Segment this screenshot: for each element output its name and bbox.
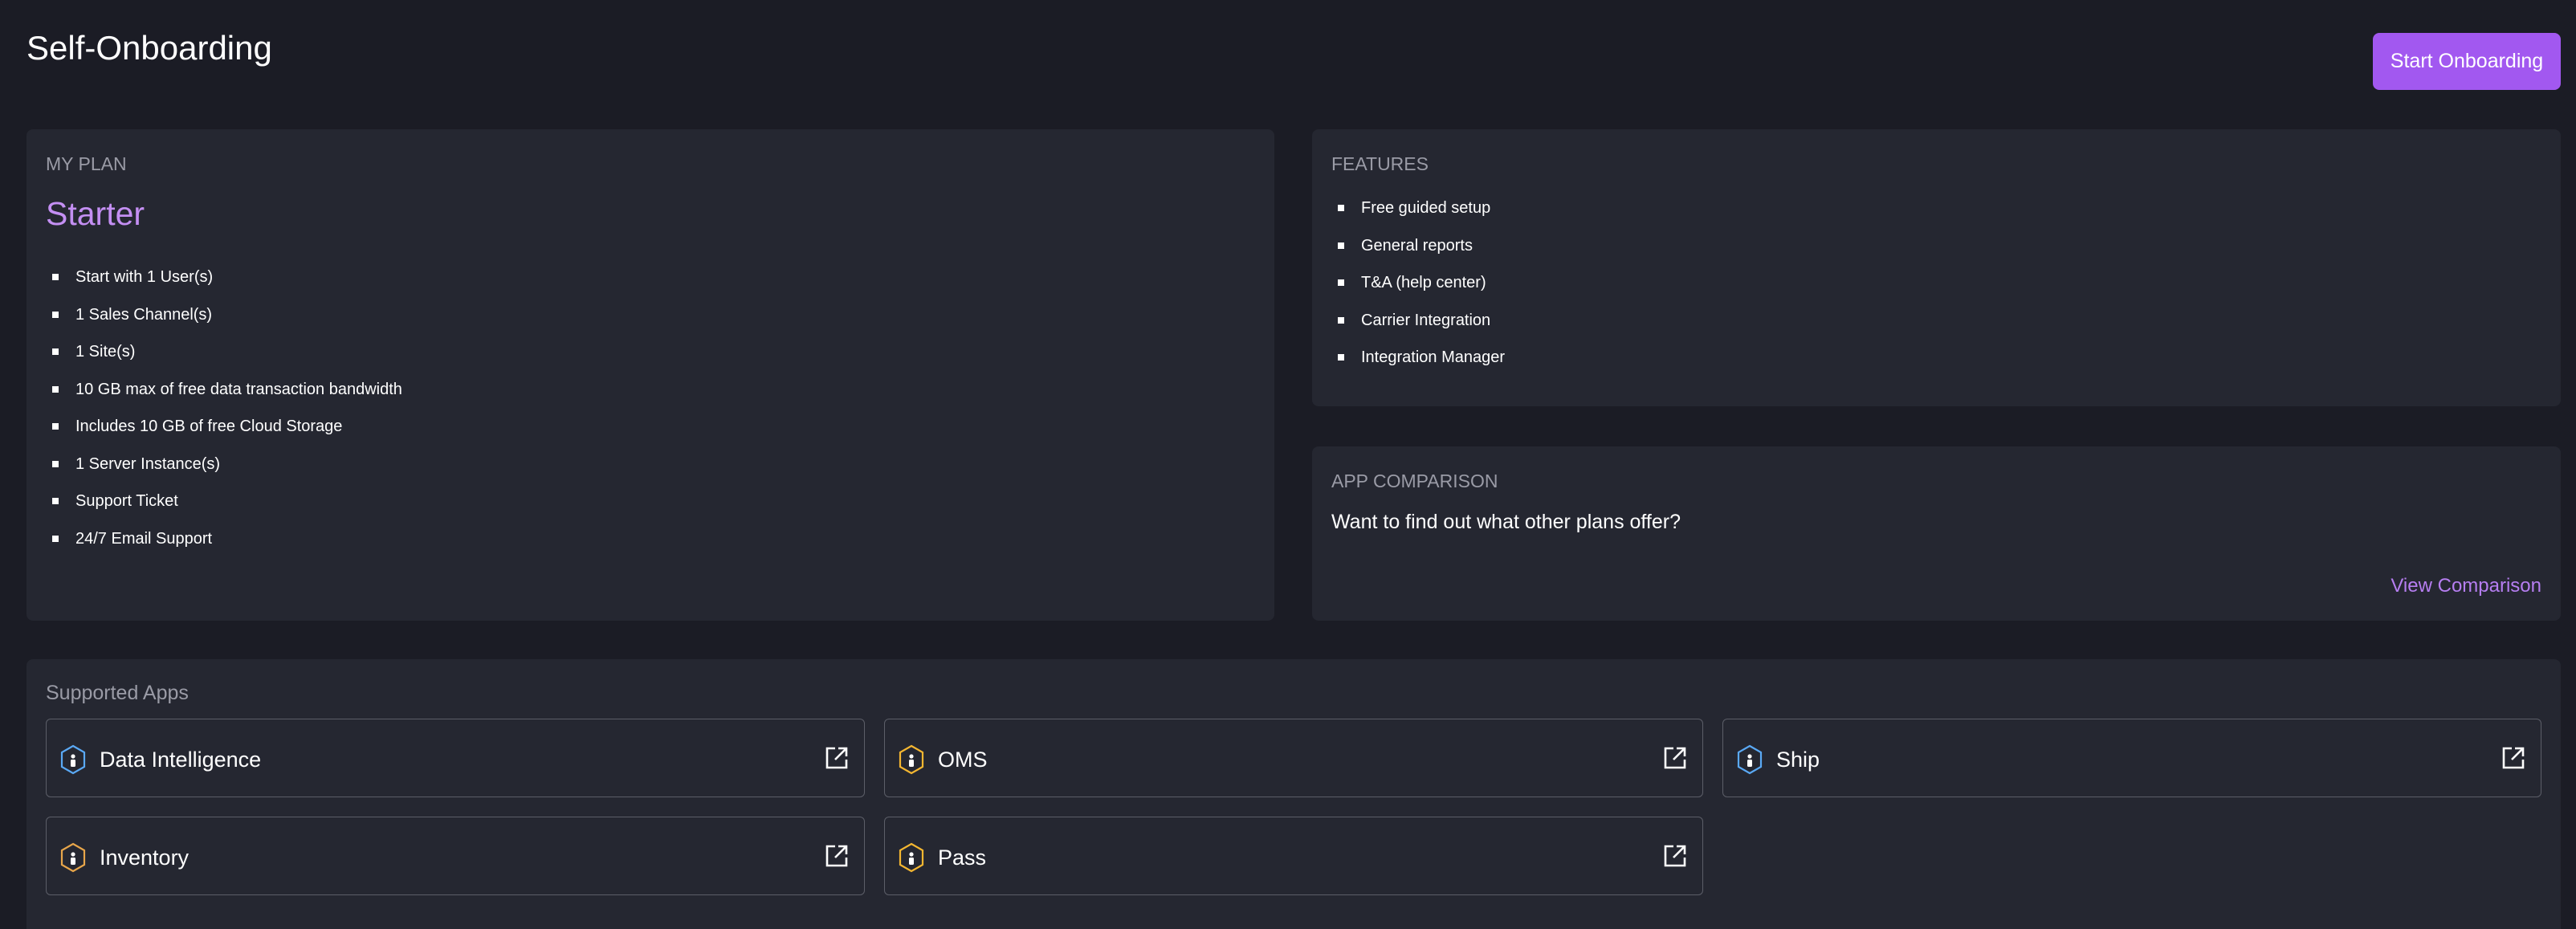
supported-apps-card: Supported Apps Data Intelligence OMS Shi… xyxy=(26,659,2561,929)
app-label: Ship xyxy=(1776,748,1820,772)
features-heading: FEATURES xyxy=(1331,153,1429,174)
external-link-icon[interactable] xyxy=(2501,745,2526,771)
start-onboarding-button[interactable]: Start Onboarding xyxy=(2373,33,2561,90)
external-link-icon[interactable] xyxy=(824,843,850,869)
list-item: Start with 1 User(s) xyxy=(46,267,402,305)
external-link-icon[interactable] xyxy=(1662,745,1688,771)
app-comparison-heading: APP COMPARISON xyxy=(1331,471,1498,491)
features-card: FEATURES Free guided setup General repor… xyxy=(1312,129,2561,406)
my-plan-card: MY PLAN Starter Start with 1 User(s) 1 S… xyxy=(26,129,1274,621)
external-link-icon[interactable] xyxy=(1662,843,1688,869)
features-list: Free guided setup General reports T&A (h… xyxy=(1331,198,1505,385)
app-comparison-text: Want to find out what other plans offer? xyxy=(1331,511,1681,533)
list-item: Support Ticket xyxy=(46,491,402,529)
list-item: Integration Manager xyxy=(1331,348,1505,385)
plan-name: Starter xyxy=(46,195,145,232)
self-onboarding-page: Self-Onboarding Start Onboarding MY PLAN… xyxy=(0,0,2576,929)
app-tile-oms[interactable]: OMS xyxy=(884,719,1703,797)
list-item: 1 Server Instance(s) xyxy=(46,454,402,492)
list-item: General reports xyxy=(1331,236,1505,274)
app-comparison-card: APP COMPARISON Want to find out what oth… xyxy=(1312,446,2561,621)
app-tile-inventory[interactable]: Inventory xyxy=(46,817,865,895)
app-tile-data-intelligence[interactable]: Data Intelligence xyxy=(46,719,865,797)
list-item: 1 Sales Channel(s) xyxy=(46,305,402,343)
hexagon-app-icon xyxy=(1737,744,1763,775)
hexagon-app-icon xyxy=(899,842,924,873)
list-item: 10 GB max of free data transaction bandw… xyxy=(46,380,402,418)
list-item: 1 Site(s) xyxy=(46,342,402,380)
plan-feature-list: Start with 1 User(s) 1 Sales Channel(s) … xyxy=(46,267,402,566)
hexagon-app-icon xyxy=(60,744,86,775)
list-item: Free guided setup xyxy=(1331,198,1505,236)
list-item: Carrier Integration xyxy=(1331,311,1505,348)
my-plan-heading: MY PLAN xyxy=(46,153,127,174)
supported-apps-heading: Supported Apps xyxy=(46,682,189,704)
app-tile-ship[interactable]: Ship xyxy=(1722,719,2541,797)
list-item: Includes 10 GB of free Cloud Storage xyxy=(46,417,402,454)
hexagon-app-icon xyxy=(60,842,86,873)
external-link-icon[interactable] xyxy=(824,745,850,771)
hexagon-app-icon xyxy=(899,744,924,775)
list-item: 24/7 Email Support xyxy=(46,529,402,567)
app-label: OMS xyxy=(938,748,988,772)
app-tile-pass[interactable]: Pass xyxy=(884,817,1703,895)
app-label: Data Intelligence xyxy=(100,748,262,772)
page-title: Self-Onboarding xyxy=(26,29,272,67)
app-label: Inventory xyxy=(100,845,190,870)
list-item: T&A (help center) xyxy=(1331,273,1505,311)
view-comparison-link[interactable]: View Comparison xyxy=(2391,575,2541,597)
app-label: Pass xyxy=(938,845,987,870)
